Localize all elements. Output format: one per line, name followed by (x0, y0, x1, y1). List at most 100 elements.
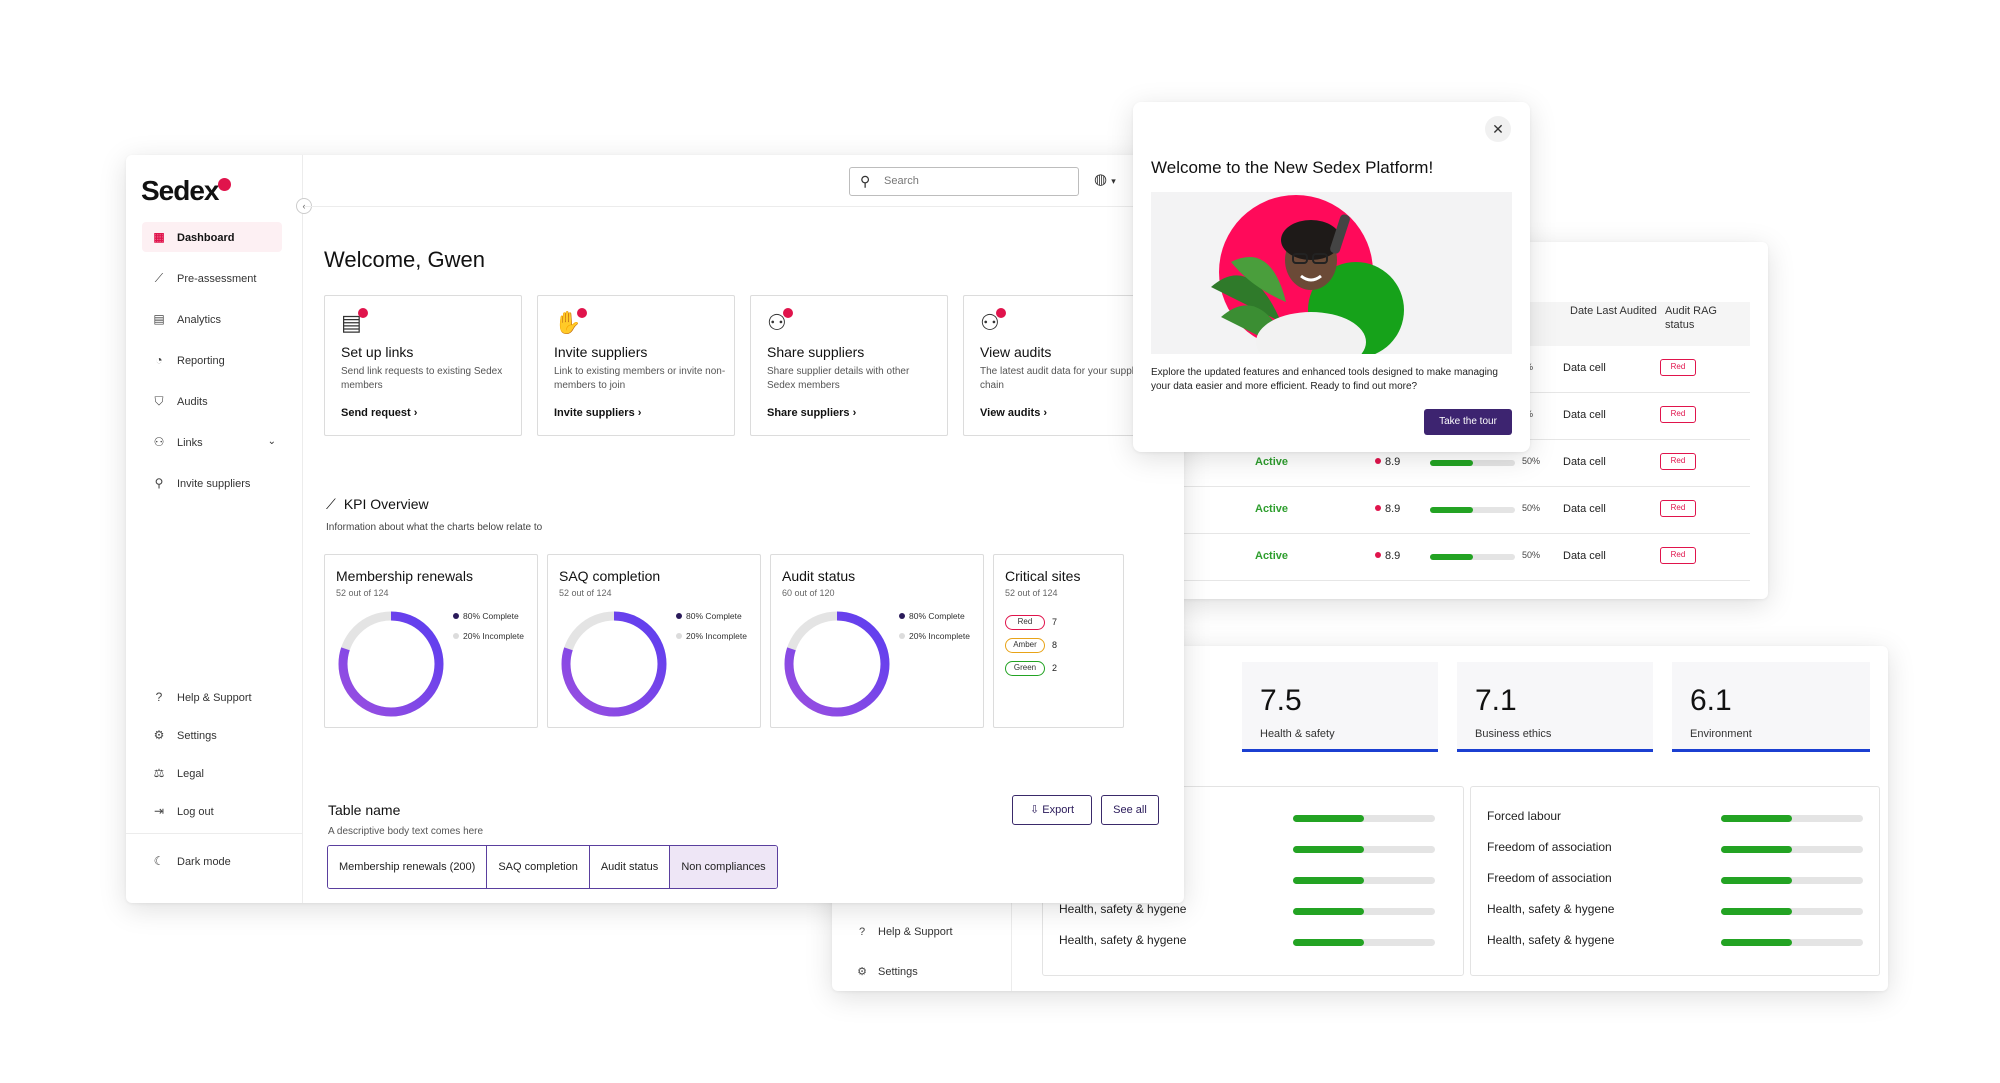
see-all-button[interactable]: See all (1101, 795, 1159, 825)
progress-bar (1721, 877, 1863, 884)
hero-illustration (1151, 192, 1512, 354)
pie-chart-icon: ◔ (155, 353, 163, 367)
moon-icon: ☾ (153, 854, 165, 868)
list-item: Health, safety & hygene (1471, 902, 1879, 922)
sidebar-item-audits[interactable]: ⛉ Audits (142, 386, 282, 416)
dark-mode-toggle[interactable]: ☾ Dark mode (142, 846, 282, 876)
list-item: Freedom of association (1471, 840, 1879, 860)
caret-down-icon: ▾ (1111, 176, 1116, 186)
tab-non-compliances[interactable]: Non compliances (670, 846, 777, 888)
sidebar-item-help[interactable]: ? Help & Support (854, 926, 953, 938)
progress-fill (1293, 877, 1364, 884)
export-button[interactable]: ⇩ Export (1012, 795, 1092, 825)
progress-fill (1721, 908, 1792, 915)
tab-saq-completion[interactable]: SAQ completion (487, 846, 590, 888)
button-label: See all (1113, 804, 1147, 816)
status-text: Active (1255, 550, 1289, 562)
row-label: Health, safety & hygene (1487, 933, 1615, 947)
data-cell: Data cell (1563, 503, 1606, 515)
legend-item: 80% Complete (453, 611, 519, 621)
help-icon: ? (858, 926, 866, 938)
view-audits-link[interactable]: View audits › (980, 407, 1047, 419)
card-desc: Link to existing members or invite non-m… (554, 366, 726, 391)
sidebar-item-label: Audits (177, 396, 208, 408)
scales-icon: ⚖ (153, 766, 165, 780)
grid-icon: ▦ (153, 230, 165, 244)
sidebar-item-links[interactable]: ⚇ Links ⌄ (142, 427, 282, 457)
take-tour-button[interactable]: Take the tour (1424, 409, 1512, 435)
send-request-link[interactable]: Send request › (341, 407, 417, 419)
sidebar-item-label: Dark mode (177, 856, 231, 868)
chart-subtitle: 60 out of 120 (782, 588, 835, 598)
modal-title: Welcome to the New Sedex Platform! (1151, 158, 1434, 177)
kpi-card[interactable]: SAQ completion 52 out of 124 80% Complet… (547, 554, 761, 728)
sidebar-item-analytics[interactable]: ▤ Analytics (142, 304, 282, 334)
score-text: 8.9 (1385, 550, 1401, 562)
chart-title: Audit status (782, 568, 856, 584)
card-title: Share suppliers (767, 344, 865, 360)
share-suppliers-link[interactable]: Share suppliers › (767, 407, 856, 419)
score-value: 7.1 (1475, 684, 1517, 717)
score-card[interactable]: 6.1 Environment (1672, 662, 1870, 752)
tab-audit-status[interactable]: Audit status (589, 846, 671, 888)
card-desc: Send link requests to existing Sedex mem… (341, 366, 503, 391)
rag-badge: Red (1660, 547, 1696, 564)
divider (126, 833, 303, 834)
logout-icon: ⇥ (153, 804, 165, 818)
progress-fill (1721, 846, 1792, 853)
kpi-card[interactable]: Membership renewals 52 out of 124 80% Co… (324, 554, 538, 728)
progress-bar (1293, 846, 1435, 853)
sidebar-item-logout[interactable]: ⇥ Log out (142, 796, 282, 826)
row-label: Freedom of association (1487, 871, 1612, 885)
sidebar-item-label: Legal (177, 768, 204, 780)
quick-card-share[interactable]: ⚇ Share suppliers Share supplier details… (750, 295, 948, 436)
table-row[interactable]: Active 8.9 50% Data cell Red (1175, 487, 1750, 534)
quick-card-links[interactable]: ▤ Set up links Send link requests to exi… (324, 295, 522, 436)
sidebar-item-legal[interactable]: ⚖ Legal (142, 758, 282, 788)
sedex-logo[interactable]: Sedex (141, 175, 231, 207)
document-icon: ▤ (153, 312, 165, 326)
status-text: Active (1255, 456, 1289, 468)
critical-sites-card[interactable]: Critical sites 52 out of 124 Red 7 Amber… (993, 554, 1124, 728)
shield-icon: ⛉ (154, 394, 164, 408)
score-card[interactable]: 7.5 Health & safety (1242, 662, 1438, 752)
sidebar: Sedex ▦ Dashboard ⟋ Pre-assessment ▤ Analyt… (126, 155, 303, 903)
progress-bar (1721, 939, 1863, 946)
sidebar-item-reporting[interactable]: ◔ Reporting (142, 345, 282, 375)
table-row[interactable]: Active 8.9 50% Data cell Red (1175, 534, 1750, 581)
sidebar-item-label: Links (177, 437, 203, 449)
col-rag-status: Audit RAG status (1665, 305, 1717, 331)
quick-card-invite[interactable]: ✋ Invite suppliers Link to existing memb… (537, 295, 735, 436)
sidebar-item-help[interactable]: ? Help & Support (142, 682, 282, 712)
chevron-down-icon[interactable]: ⌄ (268, 427, 276, 457)
kpi-card[interactable]: Audit status 60 out of 120 80% Complete … (770, 554, 984, 728)
logo-text: Sedex (141, 175, 219, 206)
sidebar-item-settings[interactable]: ⚙ Settings (854, 965, 918, 978)
progress-bar (1430, 554, 1515, 560)
score-value: 8.9 (1375, 456, 1400, 468)
language-selector[interactable]: ◍ ▾ (1094, 170, 1116, 188)
score-value: 8.9 (1375, 503, 1400, 515)
row-label: Health, safety & hygene (1059, 933, 1187, 947)
card-title: Invite suppliers (554, 344, 648, 360)
search-input[interactable]: ⚲ Search (849, 167, 1079, 196)
col-date-last-audited: Date Last Audited (1570, 305, 1657, 317)
invite-suppliers-link[interactable]: Invite suppliers › (554, 407, 641, 419)
progress-fill (1293, 815, 1364, 822)
score-card[interactable]: 7.1 Business ethics (1457, 662, 1653, 752)
sidebar-item-label: Invite suppliers (177, 478, 251, 490)
sidebar-item-dashboard[interactable]: ▦ Dashboard (142, 222, 282, 252)
sidebar-item-pre-assessment[interactable]: ⟋ Pre-assessment (142, 263, 282, 293)
tab-membership-renewals[interactable]: Membership renewals (200) (328, 846, 488, 888)
list-item: Health, safety & hygene (1471, 933, 1879, 953)
sidebar-item-invite-suppliers[interactable]: ⚲ Invite suppliers (142, 468, 282, 498)
close-button[interactable]: ✕ (1485, 116, 1511, 142)
close-icon: ✕ (1492, 121, 1504, 137)
sidebar-item-settings[interactable]: ⚙ Settings (142, 720, 282, 750)
gear-icon: ⚙ (153, 728, 165, 742)
progress-pct: 50% (1522, 456, 1541, 466)
score-breakdown-right: Forced labour Freedom of association Fre… (1470, 786, 1880, 976)
hierarchy-icon: ⚇ (767, 308, 793, 336)
progress-bar (1430, 460, 1515, 466)
progress-fill (1721, 815, 1792, 822)
